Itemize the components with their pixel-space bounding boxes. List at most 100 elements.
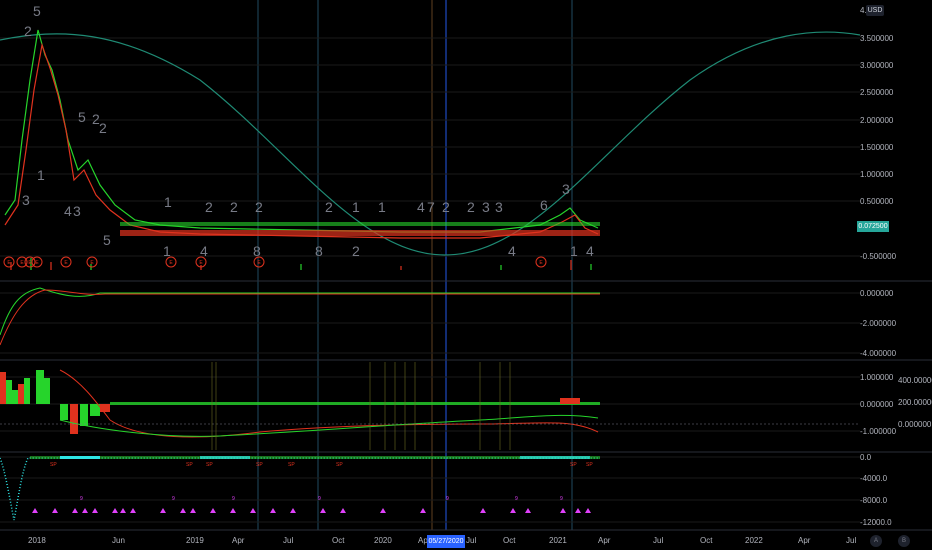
svg-text:2: 2 [99, 120, 107, 136]
svg-text:9: 9 [515, 496, 518, 502]
svg-text:Apr: Apr [798, 536, 811, 545]
svg-text:E: E [539, 260, 543, 266]
signal-triangles [32, 508, 591, 513]
svg-text:SP: SP [186, 462, 193, 468]
svg-text:2: 2 [352, 243, 360, 259]
svg-text:Jul: Jul [466, 536, 476, 545]
svg-text:SP: SP [288, 462, 295, 468]
svg-text:SP: SP [256, 462, 263, 468]
svg-text:2: 2 [24, 23, 32, 39]
oscillator-1 [0, 287, 600, 346]
svg-text:3: 3 [495, 199, 503, 215]
svg-text:Apr: Apr [598, 536, 611, 545]
svg-text:E: E [90, 260, 94, 266]
svg-text:2: 2 [205, 199, 213, 215]
price-line-bear [4, 42, 599, 239]
svg-text:Apr: Apr [232, 536, 245, 545]
current-price-tag: 0.072500 [857, 221, 889, 232]
svg-text:Oct: Oct [503, 536, 516, 545]
count-markers: 9 9 9 9 9 9 9 [80, 496, 563, 502]
svg-text:2021: 2021 [549, 536, 567, 545]
grid-lines [0, 37, 860, 523]
candle-cluster [120, 222, 600, 236]
svg-text:3.000000: 3.000000 [860, 61, 894, 70]
svg-text:7: 7 [427, 199, 435, 215]
crosshair-date-tag: 05/27/2020 [427, 535, 465, 548]
svg-text:1: 1 [378, 199, 386, 215]
svg-text:SP: SP [206, 462, 213, 468]
auto-scale-button[interactable]: A [870, 535, 882, 547]
svg-text:Jun: Jun [112, 536, 125, 545]
oscillator-3-axis[interactable]: 0.0 -4000.0 -8000.0 -12000.0 [860, 453, 892, 527]
log-scale-button[interactable]: B [898, 535, 910, 547]
svg-text:1: 1 [570, 243, 578, 259]
sp-markers: SP SP SP SP SP SP SP SP [50, 462, 593, 468]
svg-text:-0.500000: -0.500000 [860, 252, 897, 261]
svg-text:E: E [64, 260, 68, 266]
svg-text:-4000.0: -4000.0 [860, 474, 888, 483]
svg-text:9: 9 [80, 496, 83, 502]
svg-text:9: 9 [318, 496, 321, 502]
svg-text:2020: 2020 [374, 536, 392, 545]
svg-text:200.000000: 200.000000 [898, 398, 932, 407]
svg-text:-12000.0: -12000.0 [860, 518, 892, 527]
price-line-bull [4, 29, 599, 233]
svg-text:E: E [35, 260, 39, 266]
svg-text:SP: SP [336, 462, 343, 468]
svg-text:5: 5 [78, 109, 86, 125]
oscillator-2 [0, 362, 860, 450]
svg-text:2: 2 [467, 199, 475, 215]
svg-text:2.500000: 2.500000 [860, 88, 894, 97]
oscillator-2-axis[interactable]: 1.000000 0.000000 -1.000000 400.000000 200… [860, 373, 932, 436]
svg-text:4: 4 [200, 243, 208, 259]
svg-text:9: 9 [172, 496, 175, 502]
svg-text:1.000000: 1.000000 [860, 170, 894, 179]
svg-text:-8000.0: -8000.0 [860, 496, 888, 505]
svg-text:9: 9 [446, 496, 449, 502]
svg-text:2: 2 [442, 199, 450, 215]
svg-text:3: 3 [73, 203, 81, 219]
svg-text:-1.000000: -1.000000 [860, 427, 897, 436]
wave-count-labels: 5 2 1 3 5 2 2 1 4 3 5 1 2 2 2 2 1 1 4 7 … [22, 3, 594, 259]
svg-text:E: E [20, 260, 24, 266]
earnings-markers[interactable] [3, 256, 547, 268]
svg-text:2018: 2018 [28, 536, 46, 545]
svg-text:1: 1 [37, 167, 45, 183]
svg-text:1: 1 [352, 199, 360, 215]
svg-text:E: E [257, 260, 261, 266]
svg-text:Oct: Oct [332, 536, 345, 545]
svg-text:6: 6 [540, 197, 548, 213]
svg-text:2.000000: 2.000000 [860, 116, 894, 125]
svg-text:SP: SP [570, 462, 577, 468]
svg-text:0.0: 0.0 [860, 453, 872, 462]
svg-text:2: 2 [255, 199, 263, 215]
svg-text:SP: SP [50, 462, 57, 468]
svg-text:1: 1 [163, 243, 171, 259]
svg-text:5: 5 [33, 3, 41, 19]
svg-text:8: 8 [253, 243, 261, 259]
svg-text:4: 4 [417, 199, 425, 215]
svg-text:4: 4 [64, 203, 72, 219]
volume-bars [10, 258, 592, 270]
svg-text:0.000000: 0.000000 [898, 420, 932, 429]
svg-text:-4.000000: -4.000000 [860, 349, 897, 358]
trading-chart[interactable]: EE EE EE EE EE 5 2 1 3 5 2 2 1 4 3 5 1 2… [0, 0, 932, 550]
svg-text:1.000000: 1.000000 [860, 373, 894, 382]
svg-text:0.000000: 0.000000 [860, 289, 894, 298]
svg-text:3: 3 [562, 181, 570, 197]
svg-text:5: 5 [103, 232, 111, 248]
svg-text:2022: 2022 [745, 536, 763, 545]
svg-text:-2.000000: -2.000000 [860, 319, 897, 328]
svg-text:SP: SP [586, 462, 593, 468]
oscillator-1-axis[interactable]: 0.000000 -2.000000 -4.000000 [860, 289, 897, 358]
svg-text:2: 2 [230, 199, 238, 215]
currency-badge[interactable]: USD [866, 5, 884, 16]
svg-text:Jul: Jul [846, 536, 856, 545]
svg-text:3.500000: 3.500000 [860, 34, 894, 43]
svg-text:Jul: Jul [283, 536, 293, 545]
svg-text:3: 3 [482, 199, 490, 215]
svg-text:1: 1 [164, 194, 172, 210]
svg-text:4: 4 [586, 243, 594, 259]
svg-text:8: 8 [315, 243, 323, 259]
svg-text:0.500000: 0.500000 [860, 197, 894, 206]
